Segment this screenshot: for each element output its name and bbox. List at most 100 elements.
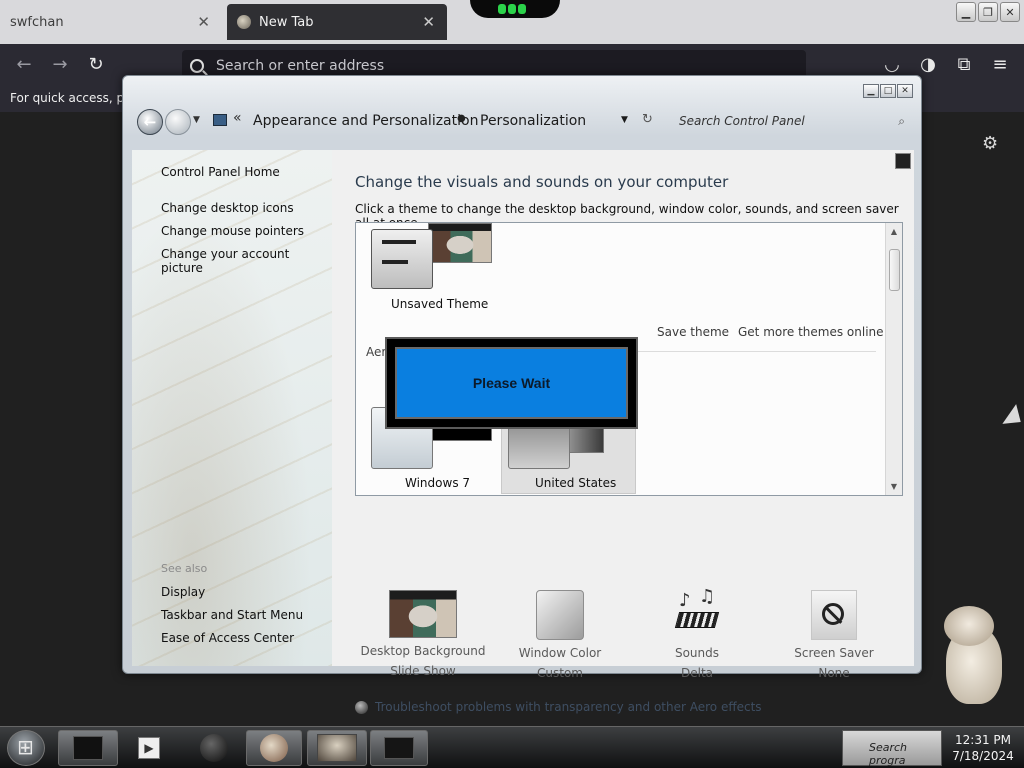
taskbar-app-4[interactable] xyxy=(246,730,302,766)
taskbar: ▶ Search progra 12:31 PM 7/18/2024 xyxy=(0,726,1024,768)
keyboard-icon xyxy=(674,612,720,628)
minimize-button[interactable]: ▁ xyxy=(956,2,976,22)
link-control-panel-home[interactable]: Control Panel Home xyxy=(161,165,280,179)
breadcrumb-overflow-icon[interactable]: « xyxy=(233,110,242,126)
screen-saver-tile[interactable]: Screen Saver None xyxy=(769,590,899,680)
tile-label: Screen Saver xyxy=(794,646,874,660)
gear-icon[interactable]: ⚙ xyxy=(982,133,998,154)
chevron-down-icon[interactable]: ▼ xyxy=(193,115,200,125)
browser-icon xyxy=(260,734,288,762)
save-theme-link[interactable]: Save theme xyxy=(657,325,729,339)
hamster-mascot xyxy=(940,606,1008,708)
maximize-button[interactable]: □ xyxy=(880,84,896,98)
tile-value: Slide Show xyxy=(390,664,456,678)
back-button[interactable]: ← xyxy=(137,109,163,135)
taskbar-app-5[interactable] xyxy=(307,730,367,766)
task-pane: Control Panel Home Change desktop icons … xyxy=(132,150,332,666)
scroll-up-icon[interactable]: ▲ xyxy=(886,227,902,236)
account-icon[interactable]: ◑ xyxy=(916,53,940,77)
troubleshoot-link[interactable]: Troubleshoot problems with transparency … xyxy=(355,700,762,714)
refresh-icon[interactable]: ↻ xyxy=(642,112,653,127)
tile-value: Delta xyxy=(680,666,713,680)
app-window-icon xyxy=(384,737,414,759)
close-icon[interactable]: ✕ xyxy=(197,13,210,31)
tile-label: Desktop Background xyxy=(360,644,486,658)
scroll-down-icon[interactable]: ▼ xyxy=(886,482,902,491)
troubleshoot-icon xyxy=(355,700,368,714)
please-wait-text: Please Wait xyxy=(472,375,551,391)
tile-label: Sounds xyxy=(674,646,720,660)
forward-button[interactable] xyxy=(165,109,191,135)
close-button[interactable]: ✕ xyxy=(897,84,913,98)
tab-label: New Tab xyxy=(259,14,314,30)
chevron-down-icon[interactable]: ▼ xyxy=(621,115,628,125)
link-change-account-picture[interactable]: Change your account picture xyxy=(161,247,332,275)
clock[interactable]: 12:31 PM 7/18/2024 xyxy=(946,732,1020,764)
breadcrumb-personalization[interactable]: Personalization xyxy=(480,113,586,129)
scroll-thumb[interactable] xyxy=(889,249,900,291)
reload-icon[interactable]: ↻ xyxy=(84,53,108,77)
extensions-icon[interactable]: ⧉ xyxy=(952,53,976,77)
back-arrow-icon[interactable]: ← xyxy=(12,53,36,77)
window-color-swatch xyxy=(536,590,584,640)
no-symbol-icon xyxy=(822,603,844,625)
start-button[interactable] xyxy=(7,730,45,766)
search-placeholder: Search Control Panel xyxy=(679,114,805,128)
tab-new-tab[interactable]: New Tab ✕ xyxy=(227,4,447,40)
control-panel-icon xyxy=(213,114,227,126)
music-note-icon: ♫ xyxy=(699,586,716,607)
breadcrumb-separator-icon[interactable]: ● xyxy=(457,113,466,124)
tray-search-text: Search progra xyxy=(869,741,908,767)
close-button[interactable]: ✕ xyxy=(1000,2,1020,22)
link-taskbar-start-menu[interactable]: Taskbar and Start Menu xyxy=(161,608,303,622)
light-icon xyxy=(498,4,506,14)
music-keyboard-icon: ♪ ♫ xyxy=(673,586,721,640)
theme-label: Windows 7 xyxy=(405,476,471,490)
hamster-box-icon xyxy=(317,734,357,762)
taskbar-app-6[interactable] xyxy=(370,730,428,766)
search-input[interactable]: Search Control Panel ⌕ xyxy=(669,108,911,136)
theme-label: United States xyxy=(535,476,617,490)
screen-saver-none-icon xyxy=(811,590,857,640)
restore-button[interactable]: ❐ xyxy=(978,2,998,22)
tile-value: None xyxy=(818,666,850,680)
minimize-button[interactable]: ▁ xyxy=(863,84,879,98)
sounds-tile[interactable]: ♪ ♫ Sounds Delta xyxy=(632,586,762,680)
link-display[interactable]: Display xyxy=(161,585,205,599)
search-icon[interactable]: ⌕ xyxy=(898,114,905,129)
window-bar-icon xyxy=(382,260,408,264)
unsaved-theme-tile[interactable] xyxy=(371,229,433,289)
taskbar-app-2[interactable]: ▶ xyxy=(122,730,182,766)
hamster-head xyxy=(944,606,994,646)
link-change-desktop-icons[interactable]: Change desktop icons xyxy=(161,201,294,215)
tile-value: Custom xyxy=(537,666,583,680)
taskbar-app-3[interactable] xyxy=(186,730,242,766)
help-icon[interactable] xyxy=(895,153,911,169)
forward-arrow-icon[interactable]: → xyxy=(48,53,72,77)
link-change-mouse-pointers[interactable]: Change mouse pointers xyxy=(161,224,304,238)
desktop-background-tile[interactable]: Desktop Background Slide Show xyxy=(358,590,488,678)
theme-wallpaper-thumbnail xyxy=(428,223,492,263)
media-player-icon: ▶ xyxy=(138,737,160,759)
mouse-cursor-icon xyxy=(1002,404,1024,432)
breadcrumb-appearance[interactable]: Appearance and Personalization xyxy=(253,113,478,129)
favicon-icon xyxy=(237,15,251,29)
music-note-icon: ♪ xyxy=(679,590,691,611)
get-more-themes-link[interactable]: Get more themes online xyxy=(738,325,884,339)
light-icon xyxy=(508,4,516,14)
window-controls: ▁ □ ✕ xyxy=(863,84,913,98)
window-color-tile[interactable]: Window Color Custom xyxy=(495,590,625,680)
clock-time: 12:31 PM xyxy=(955,733,1011,747)
tab-label: swfchan xyxy=(10,14,64,30)
link-ease-of-access[interactable]: Ease of Access Center xyxy=(161,631,294,645)
taskbar-app-1[interactable] xyxy=(58,730,118,766)
pocket-icon[interactable]: ◡ xyxy=(880,53,904,77)
tab-swfchan[interactable]: swfchan ✕ xyxy=(0,4,222,40)
theme-scrollbar[interactable]: ▲ ▼ xyxy=(885,223,902,495)
theme-label: Unsaved Theme xyxy=(391,297,489,311)
menu-icon[interactable]: ≡ xyxy=(988,53,1012,77)
close-icon[interactable]: ✕ xyxy=(422,13,435,31)
app-window-icon xyxy=(73,736,103,760)
theme-ornament xyxy=(470,0,560,18)
tray-search-widget[interactable]: Search progra xyxy=(842,730,942,767)
